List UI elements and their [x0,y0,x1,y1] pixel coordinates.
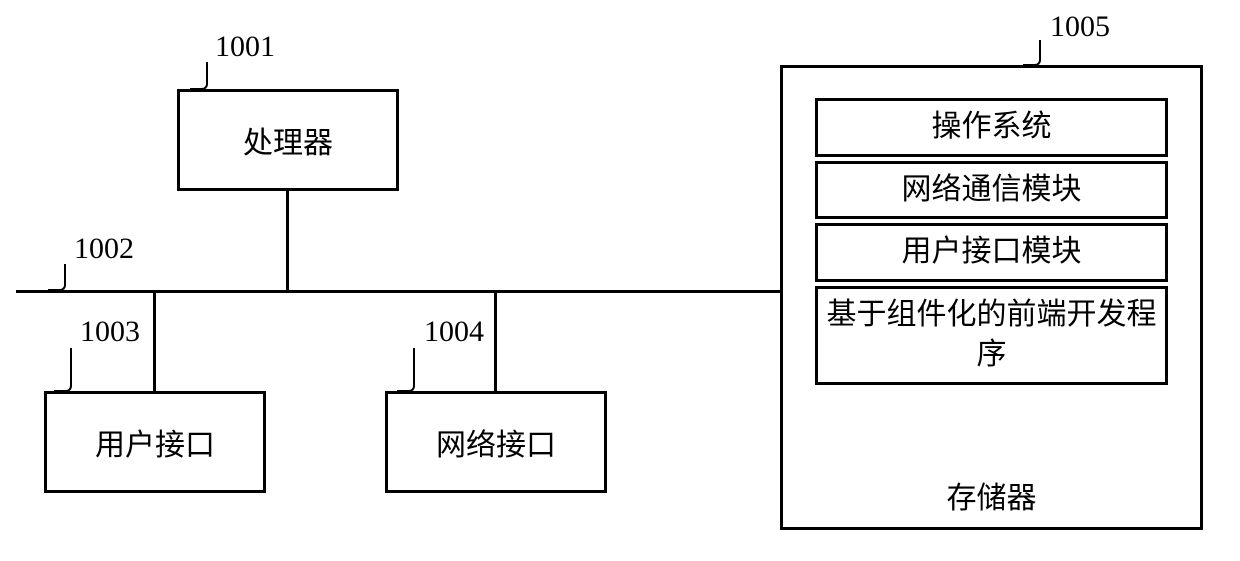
user-interface-block: 用户接口 [44,391,266,493]
storage-stack: 操作系统 网络通信模块 用户接口模块 基于组件化的前端开发程序 [815,98,1168,385]
storage-block: 操作系统 网络通信模块 用户接口模块 基于组件化的前端开发程序 存储器 [780,65,1203,530]
storage-callout [1023,40,1041,66]
bus-callout [48,264,66,291]
bus-number: 1002 [74,232,134,266]
processor-label: 处理器 [243,118,333,162]
network-interface-number: 1004 [424,315,484,349]
storage-ui-module-label: 用户接口模块 [902,235,1082,268]
processor-block: 处理器 [177,89,399,191]
storage-net-module-label: 网络通信模块 [902,173,1082,206]
storage-ui-module: 用户接口模块 [815,223,1168,282]
user-interface-label: 用户接口 [95,420,215,464]
user-interface-callout [54,348,72,392]
user-interface-connector [153,290,156,391]
storage-net-module: 网络通信模块 [815,161,1168,220]
storage-os: 操作系统 [815,98,1168,157]
storage-frontend: 基于组件化的前端开发程序 [815,286,1168,385]
network-interface-connector [494,290,497,391]
network-interface-callout [397,348,415,392]
network-interface-label: 网络接口 [436,420,556,464]
user-interface-number: 1003 [80,315,140,349]
processor-number: 1001 [215,30,275,64]
processor-callout [190,62,208,90]
network-interface-block: 网络接口 [385,391,607,493]
storage-label: 存储器 [783,473,1200,517]
processor-connector [286,191,289,291]
storage-frontend-label: 基于组件化的前端开发程序 [827,298,1157,372]
storage-number: 1005 [1050,10,1110,44]
bus-line [16,290,780,293]
storage-os-label: 操作系统 [932,110,1052,143]
